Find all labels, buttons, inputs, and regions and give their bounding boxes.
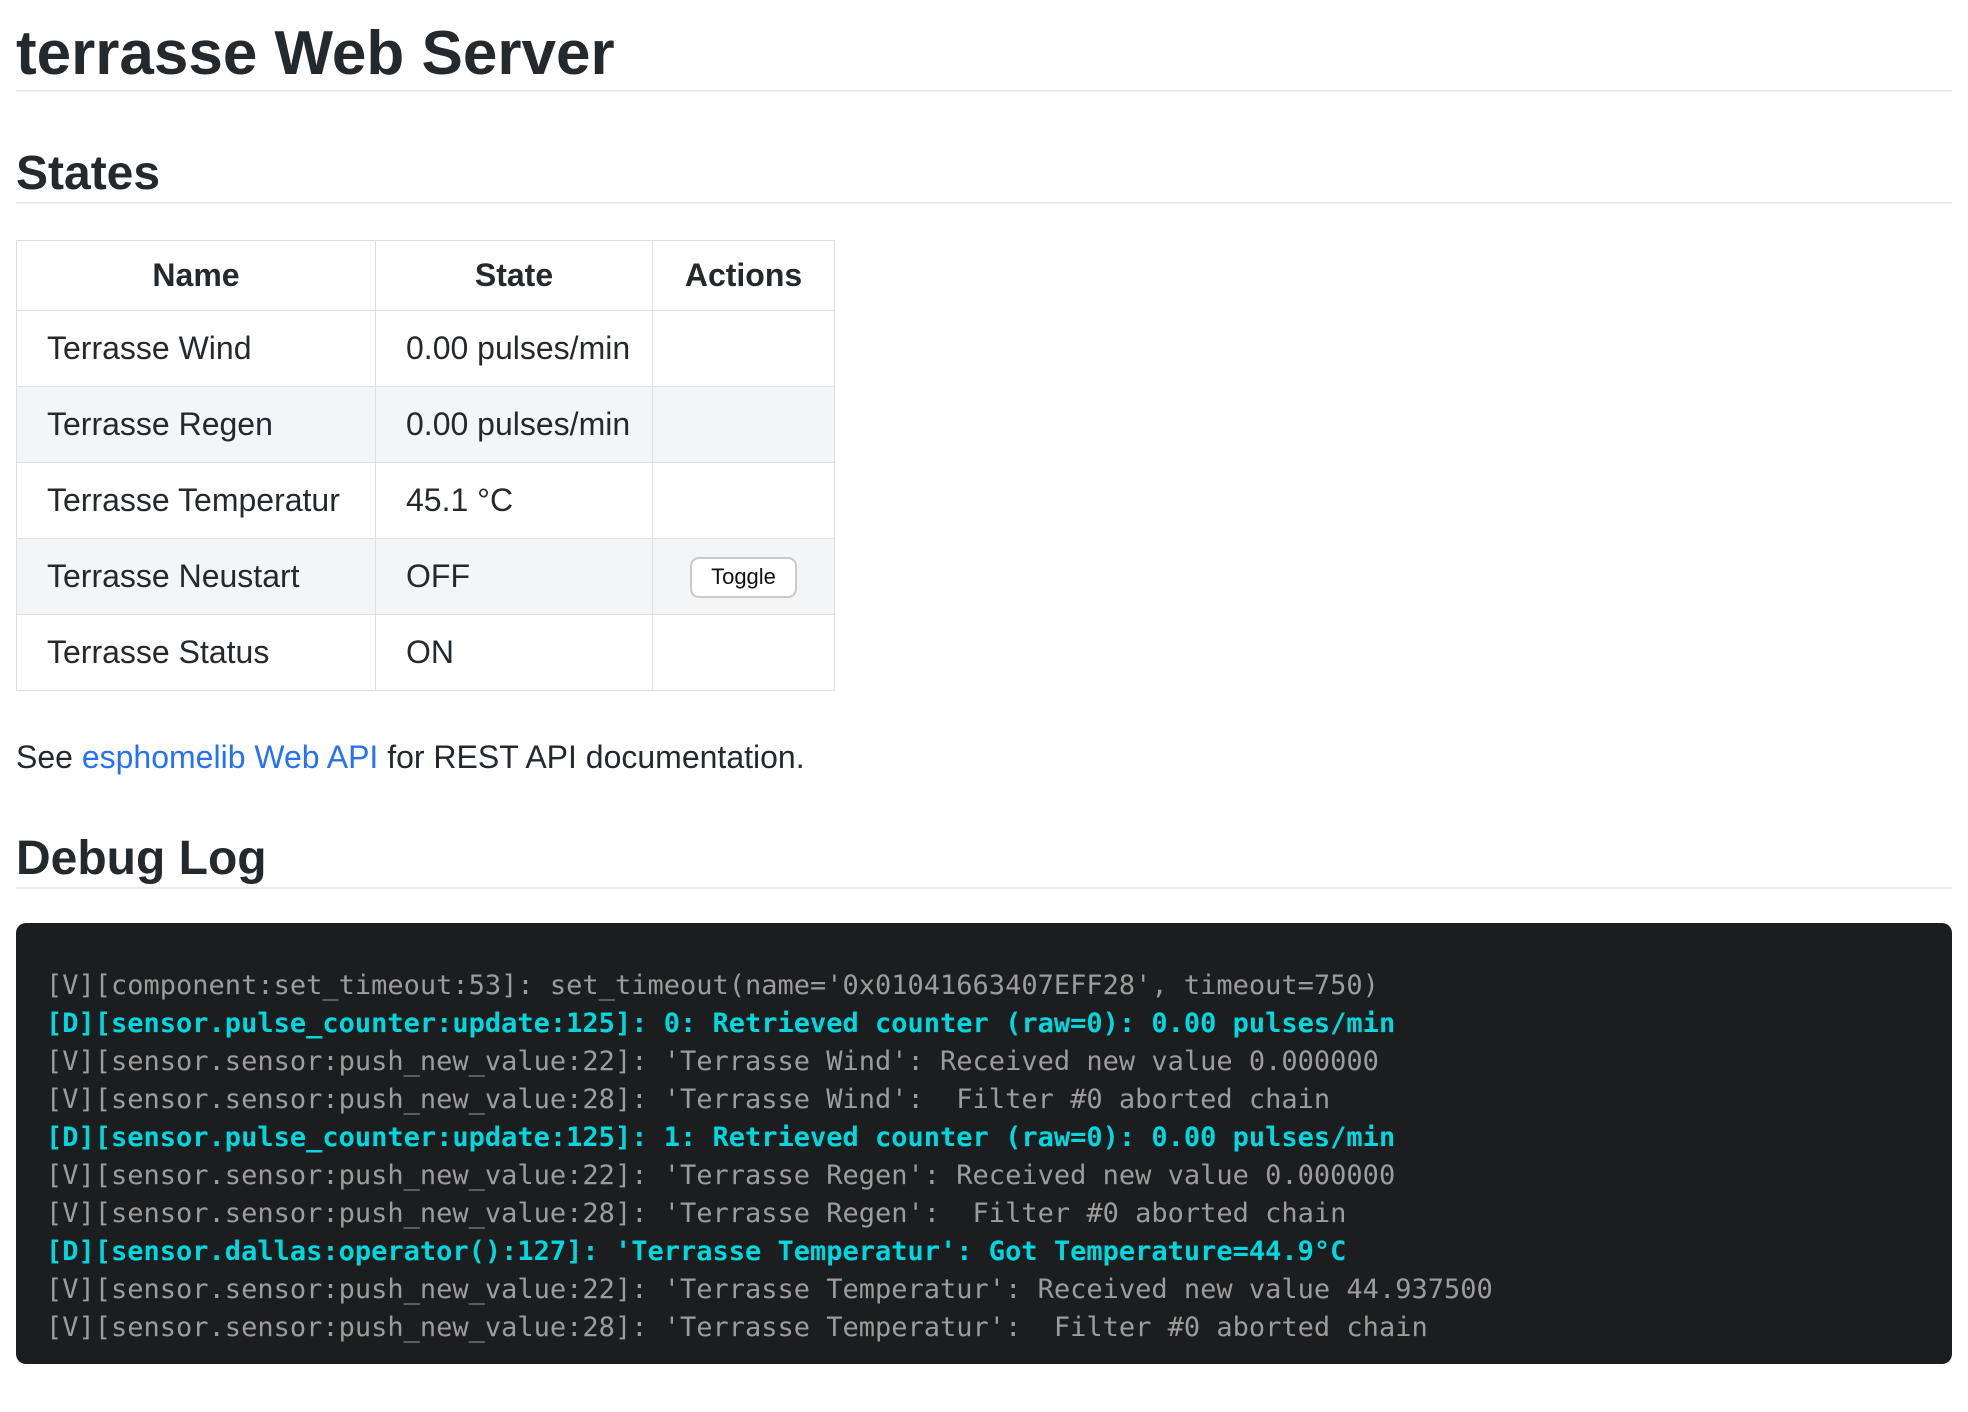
cell-state: 45.1 °C	[376, 463, 653, 539]
toggle-button[interactable]: Toggle	[690, 557, 797, 598]
log-line: [V][sensor.sensor:push_new_value:22]: 'T…	[46, 1043, 1922, 1081]
states-table: NameStateActions Terrasse Wind0.00 pulse…	[16, 240, 835, 691]
log-line: [D][sensor.pulse_counter:update:125]: 0:…	[46, 1005, 1922, 1043]
column-header-actions: Actions	[653, 241, 835, 311]
cell-name: Terrasse Neustart	[17, 539, 376, 615]
states-divider	[16, 202, 1952, 204]
cell-state: OFF	[376, 539, 653, 615]
cell-actions	[653, 615, 835, 691]
log-line: [V][sensor.sensor:push_new_value:28]: 'T…	[46, 1081, 1922, 1119]
cell-state: 0.00 pulses/min	[376, 387, 653, 463]
api-note-prefix: See	[16, 739, 82, 775]
table-row: Terrasse Temperatur45.1 °C	[17, 463, 835, 539]
log-line: [V][component:set_timeout:53]: set_timeo…	[46, 967, 1922, 1005]
table-row: Terrasse Wind0.00 pulses/min	[17, 311, 835, 387]
table-row: Terrasse StatusON	[17, 615, 835, 691]
states-table-body: Terrasse Wind0.00 pulses/minTerrasse Reg…	[17, 311, 835, 691]
cell-state: 0.00 pulses/min	[376, 311, 653, 387]
cell-actions	[653, 463, 835, 539]
column-header-state: State	[376, 241, 653, 311]
cell-actions	[653, 311, 835, 387]
column-header-name: Name	[17, 241, 376, 311]
cell-name: Terrasse Status	[17, 615, 376, 691]
log-line: [V][sensor.sensor:push_new_value:28]: 'T…	[46, 1309, 1922, 1347]
debug-log-divider	[16, 887, 1952, 889]
debug-log-console: [V][component:set_timeout:53]: set_timeo…	[16, 923, 1952, 1364]
cell-name: Terrasse Regen	[17, 387, 376, 463]
debug-log-heading: Debug Log	[16, 777, 1952, 887]
esphomelib-web-api-link[interactable]: esphomelib Web API	[82, 739, 378, 775]
table-row: Terrasse NeustartOFF Toggle	[17, 539, 835, 615]
log-line: [D][sensor.pulse_counter:update:125]: 1:…	[46, 1119, 1922, 1157]
cell-actions: Toggle	[653, 539, 835, 615]
api-note-suffix: for REST API documentation.	[378, 739, 804, 775]
table-row: Terrasse Regen0.00 pulses/min	[17, 387, 835, 463]
states-heading: States	[16, 92, 1952, 202]
log-line: [V][sensor.sensor:push_new_value:22]: 'T…	[46, 1157, 1922, 1195]
api-note: See esphomelib Web API for REST API docu…	[16, 691, 1952, 777]
cell-state: ON	[376, 615, 653, 691]
states-table-header-row: NameStateActions	[17, 241, 835, 311]
page-title: terrasse Web Server	[16, 0, 1952, 90]
cell-actions	[653, 387, 835, 463]
page: terrasse Web Server States NameStateActi…	[0, 0, 1968, 1412]
cell-name: Terrasse Wind	[17, 311, 376, 387]
log-line: [D][sensor.dallas:operator():127]: 'Terr…	[46, 1233, 1922, 1271]
log-line: [V][sensor.sensor:push_new_value:22]: 'T…	[46, 1271, 1922, 1309]
log-line: [V][sensor.sensor:push_new_value:28]: 'T…	[46, 1195, 1922, 1233]
cell-name: Terrasse Temperatur	[17, 463, 376, 539]
